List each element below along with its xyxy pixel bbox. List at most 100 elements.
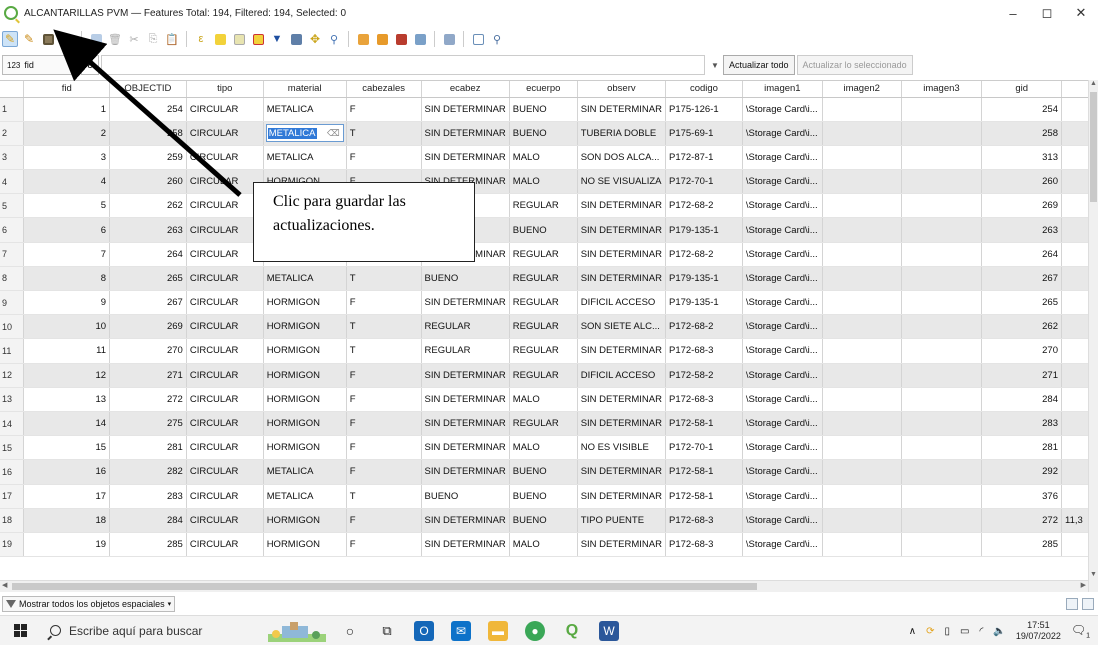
cell-imagen1[interactable]: \Storage Card\i... <box>742 411 823 437</box>
cell-imagen2[interactable] <box>822 314 902 340</box>
row-number[interactable]: 17 <box>0 484 25 509</box>
cell-observ[interactable]: SIN DETERMINAR <box>577 484 667 509</box>
cell-imagen2[interactable] <box>822 193 902 219</box>
cell-ecabez[interactable]: REGULAR <box>421 338 510 364</box>
cell-imagen3[interactable] <box>901 121 983 146</box>
cell-cabezales[interactable]: F <box>346 435 422 461</box>
cell-imagen2[interactable] <box>822 484 902 509</box>
phone-icon[interactable]: ▯ <box>945 626 951 637</box>
filter-selected-button[interactable]: ▼ <box>269 31 285 47</box>
deselect-all-button[interactable] <box>250 31 266 47</box>
cell-codigo[interactable]: P175-126-1 <box>665 97 743 122</box>
row-number[interactable]: 2 <box>0 121 25 146</box>
cell-objectid[interactable]: 254 <box>109 97 187 122</box>
table-row[interactable]: 10 10 269 CIRCULAR HORMIGON T REGULAR REGULAR SO… <box>0 314 1098 340</box>
cell-imagen3[interactable] <box>901 145 983 171</box>
cell-codigo[interactable]: P179-135-1 <box>665 266 743 292</box>
cell-observ[interactable]: TIPO PUENTE <box>577 508 667 533</box>
cell-tipo[interactable]: CIRCULAR <box>186 217 264 243</box>
start-button[interactable] <box>0 616 40 645</box>
cell-fid[interactable]: 1 <box>23 97 111 122</box>
chevron-down-icon[interactable]: ▼ <box>709 55 721 75</box>
cell-imagen2[interactable] <box>822 145 902 171</box>
row-number[interactable]: 16 <box>0 459 25 485</box>
outlook-icon[interactable]: O <box>414 620 434 641</box>
cell-imagen2[interactable] <box>822 338 902 364</box>
cell-objectid[interactable]: 260 <box>109 169 187 195</box>
cell-ecabez[interactable]: SIN DETERMINAR <box>421 290 510 316</box>
cell-imagen2[interactable] <box>822 363 902 388</box>
cell-ecuerpo[interactable]: REGULAR <box>509 266 578 292</box>
cell-gid[interactable]: 269 <box>981 193 1062 219</box>
cell-ecuerpo[interactable]: MALO <box>509 435 578 461</box>
corner-header[interactable] <box>0 81 25 98</box>
cell-ecuerpo[interactable]: MALO <box>509 387 578 412</box>
cell-material[interactable]: METALICA <box>263 97 347 122</box>
update-icon[interactable]: ⟳ <box>926 626 934 637</box>
column-header[interactable]: ecuerpo <box>509 81 578 98</box>
cell-imagen2[interactable] <box>822 217 902 243</box>
cell-codigo[interactable]: P172-58-2 <box>665 363 743 388</box>
qgis-icon[interactable]: Q <box>562 621 582 641</box>
cell-tipo[interactable]: CIRCULAR <box>186 193 264 219</box>
cell-observ[interactable]: SON DOS ALCA... <box>577 145 667 171</box>
cell-codigo[interactable]: P172-70-1 <box>665 435 743 461</box>
cell-tipo[interactable]: CIRCULAR <box>186 411 264 437</box>
expression-input[interactable] <box>101 55 705 75</box>
cell-imagen3[interactable] <box>901 290 983 316</box>
column-header[interactable]: tipo <box>186 81 264 98</box>
cell-gid[interactable]: 292 <box>981 459 1062 485</box>
cell-ecabez[interactable]: SIN DETERMINAR <box>421 145 510 171</box>
cell-tipo[interactable]: CIRCULAR <box>186 290 264 316</box>
cell-imagen1[interactable]: \Storage Card\i... <box>742 217 823 243</box>
word-icon[interactable]: W <box>599 620 619 641</box>
cell-fid[interactable]: 13 <box>23 387 111 412</box>
table-row[interactable]: 16 16 282 CIRCULAR METALICA F SIN DETERMINAR BU… <box>0 459 1098 485</box>
cell-material[interactable]: HORMIGON <box>263 532 347 558</box>
cell-observ[interactable]: SIN DETERMINAR <box>577 459 667 485</box>
cell-cabezales[interactable]: F <box>346 387 422 412</box>
cell-tipo[interactable]: CIRCULAR <box>186 338 264 364</box>
cell-fid[interactable]: 12 <box>23 363 111 388</box>
column-header[interactable]: gid <box>981 81 1062 98</box>
cell-gid[interactable]: 281 <box>981 435 1062 461</box>
cell-ecuerpo[interactable]: REGULAR <box>509 338 578 364</box>
cell-observ[interactable]: DIFICIL ACCESO <box>577 363 667 388</box>
cell-tipo[interactable]: CIRCULAR <box>186 145 264 171</box>
cell-codigo[interactable]: P172-68-3 <box>665 508 743 533</box>
cell-tipo[interactable]: CIRCULAR <box>186 266 264 292</box>
cell-objectid[interactable]: 270 <box>109 338 187 364</box>
cell-objectid[interactable]: 262 <box>109 193 187 219</box>
cell-ecuerpo[interactable]: REGULAR <box>509 242 578 267</box>
cell-imagen1[interactable]: \Storage Card\i... <box>742 387 823 412</box>
cell-ecuerpo[interactable]: MALO <box>509 532 578 558</box>
column-header[interactable]: cabezales <box>346 81 422 98</box>
cell-objectid[interactable]: 265 <box>109 266 187 292</box>
cell-objectid[interactable]: 258 <box>109 121 187 146</box>
cell-observ[interactable]: SIN DETERMINAR <box>577 411 667 437</box>
cell-codigo[interactable]: P172-68-2 <box>665 314 743 340</box>
cell-cabezales[interactable]: F <box>346 411 422 437</box>
cell-imagen3[interactable] <box>901 411 983 437</box>
cell-tipo[interactable]: CIRCULAR <box>186 508 264 533</box>
cell-codigo[interactable]: P172-58-1 <box>665 459 743 485</box>
cell-imagen3[interactable] <box>901 169 983 195</box>
cell-imagen3[interactable] <box>901 97 983 122</box>
cell-gid[interactable]: 265 <box>981 290 1062 316</box>
table-row[interactable]: 13 13 272 CIRCULAR HORMIGON F SIN DETERMINAR MA… <box>0 387 1098 412</box>
cell-cabezales[interactable]: T <box>346 484 422 509</box>
table-row[interactable]: 77264CIRCULARSIN DETERMINARREGULARSIN DE… <box>0 242 1098 267</box>
cell-fid[interactable]: 6 <box>23 217 111 243</box>
cell-imagen1[interactable]: \Storage Card\i... <box>742 169 823 195</box>
cell-ecabez[interactable]: SIN DETERMINAR <box>421 411 510 437</box>
cell-observ[interactable]: NO ES VISIBLE <box>577 435 667 461</box>
table-row[interactable]: 5 5 262 CIRCULAR REGULAR SIN DETERMINAR P172-6… <box>0 193 1098 219</box>
paste-rows-button[interactable] <box>374 31 390 47</box>
cell-gid[interactable]: 284 <box>981 387 1062 412</box>
cell-imagen2[interactable] <box>822 242 902 267</box>
cell-imagen2[interactable] <box>822 387 902 412</box>
column-header[interactable]: material <box>263 81 347 98</box>
cell-gid[interactable]: 285 <box>981 532 1062 558</box>
cell-gid[interactable]: 272 <box>981 508 1062 533</box>
column-header[interactable]: imagen3 <box>901 81 983 98</box>
